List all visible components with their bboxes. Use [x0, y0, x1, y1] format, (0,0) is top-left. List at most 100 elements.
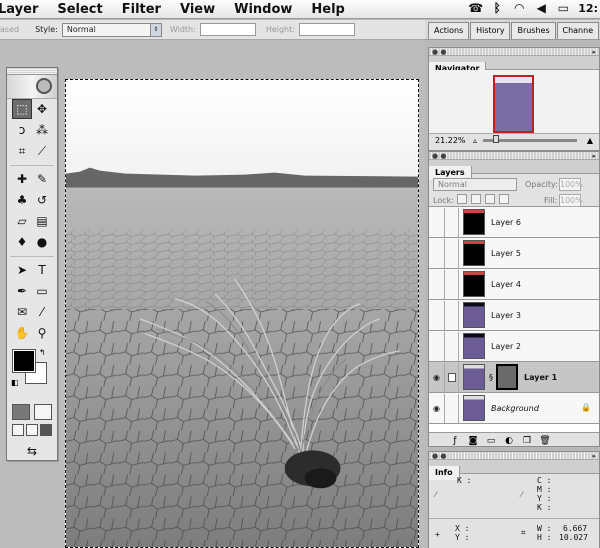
- standard-mode-button[interactable]: [12, 404, 30, 420]
- style-select[interactable]: Normal ⇕: [61, 22, 162, 37]
- brush-tool[interactable]: ✎: [32, 169, 52, 189]
- palette-menu-icon[interactable]: ▸: [592, 152, 596, 160]
- jump-to-imageready-button[interactable]: ⇆: [12, 441, 52, 461]
- menu-select[interactable]: Select: [57, 2, 102, 17]
- layer-mask-thumbnail[interactable]: [496, 364, 518, 390]
- zoom-out-icon[interactable]: ▵: [473, 136, 477, 145]
- move-tool[interactable]: ✥: [32, 99, 52, 119]
- wifi-icon[interactable]: ◠: [512, 1, 526, 15]
- toolbox-titlebar[interactable]: [7, 68, 57, 75]
- clone-stamp-tool[interactable]: ♣: [12, 190, 32, 210]
- navigator-preview[interactable]: [429, 70, 599, 134]
- link-brush-cell[interactable]: [445, 300, 459, 330]
- visibility-eye-icon[interactable]: [429, 300, 445, 330]
- new-set-icon[interactable]: ▭: [485, 435, 497, 447]
- marquee-tool[interactable]: ⬚: [12, 99, 32, 119]
- visibility-eye-icon[interactable]: ◉: [429, 393, 445, 423]
- trash-icon[interactable]: 🗑: [539, 435, 551, 447]
- toolbox-logo[interactable]: [7, 75, 57, 99]
- visibility-eye-icon[interactable]: [429, 269, 445, 299]
- zoom-tool[interactable]: ⚲: [32, 323, 52, 343]
- visibility-eye-icon[interactable]: [429, 238, 445, 268]
- foreground-color-swatch[interactable]: [12, 349, 36, 373]
- clock[interactable]: 12:: [578, 2, 598, 15]
- well-tab-actions[interactable]: Actions: [428, 22, 470, 39]
- link-brush-cell[interactable]: [445, 207, 459, 237]
- close-box-icon[interactable]: ● ●: [432, 48, 446, 56]
- blend-mode-select[interactable]: Normal: [433, 178, 517, 191]
- layers-titlebar[interactable]: ● ● ▸: [429, 152, 599, 160]
- standard-screen-button[interactable]: [12, 424, 24, 436]
- well-tab-brushes[interactable]: Brushes: [511, 22, 556, 39]
- link-brush-cell[interactable]: [445, 362, 459, 392]
- layer-row[interactable]: Layer 6: [429, 207, 599, 238]
- layer-row[interactable]: Layer 5: [429, 238, 599, 269]
- eraser-tool[interactable]: ▱: [12, 211, 32, 231]
- history-brush-tool[interactable]: ↺: [32, 190, 52, 210]
- hand-tool[interactable]: ✋: [12, 323, 32, 343]
- fill-field[interactable]: 100%: [559, 194, 583, 207]
- layer-row[interactable]: Layer 3: [429, 300, 599, 331]
- eyedropper-tool[interactable]: ⁄: [32, 302, 52, 322]
- slice-tool[interactable]: ⟋: [32, 141, 52, 161]
- battery-icon[interactable]: ▭: [556, 1, 570, 15]
- lock-pixels-checkbox[interactable]: [471, 194, 481, 204]
- layer-row[interactable]: ◉ § Layer 1: [429, 362, 599, 393]
- visibility-eye-icon[interactable]: [429, 207, 445, 237]
- full-screen-button[interactable]: [40, 424, 52, 436]
- well-tab-channels[interactable]: Channe: [556, 22, 599, 39]
- link-brush-cell[interactable]: [445, 331, 459, 361]
- new-layer-icon[interactable]: ❐: [521, 435, 533, 447]
- menu-help[interactable]: Help: [311, 2, 344, 17]
- magic-wand-tool[interactable]: ⁂: [32, 120, 52, 140]
- palette-menu-icon[interactable]: ▸: [592, 48, 596, 56]
- link-brush-cell[interactable]: [445, 269, 459, 299]
- opacity-field[interactable]: 100%: [559, 178, 583, 191]
- navigator-view-box[interactable]: [493, 75, 534, 133]
- visibility-eye-icon[interactable]: ◉: [429, 362, 445, 392]
- menu-filter[interactable]: Filter: [122, 2, 161, 17]
- lock-transparency-checkbox[interactable]: [457, 194, 467, 204]
- chain-link-icon[interactable]: §: [487, 373, 495, 382]
- visibility-eye-icon[interactable]: [429, 331, 445, 361]
- layer-style-icon[interactable]: ƒ: [449, 435, 461, 447]
- dodge-tool[interactable]: ●: [32, 232, 52, 252]
- layer-row[interactable]: Layer 2: [429, 331, 599, 362]
- document-canvas[interactable]: [65, 79, 419, 548]
- link-brush-cell[interactable]: [445, 393, 459, 423]
- menu-layer[interactable]: Layer: [0, 2, 38, 17]
- layer-row[interactable]: ◉ Background 🔒: [429, 393, 599, 424]
- navigator-zoom-value[interactable]: 21.22%: [435, 136, 467, 145]
- type-tool[interactable]: T: [32, 260, 52, 280]
- menu-view[interactable]: View: [180, 2, 215, 17]
- palette-menu-icon[interactable]: ▸: [592, 452, 596, 460]
- zoom-slider[interactable]: [483, 135, 577, 143]
- height-field[interactable]: [298, 23, 355, 36]
- layer-mask-icon[interactable]: ◙: [467, 435, 479, 447]
- rectangle-tool[interactable]: ▭: [32, 281, 52, 301]
- navigator-titlebar[interactable]: ● ● ▸: [429, 48, 599, 56]
- lock-all-checkbox[interactable]: [499, 194, 509, 204]
- phone-icon[interactable]: ☎: [468, 1, 483, 15]
- volume-icon[interactable]: ◀: [534, 1, 548, 15]
- lock-position-checkbox[interactable]: [485, 194, 495, 204]
- width-field[interactable]: [199, 23, 256, 36]
- zoom-slider-knob[interactable]: [493, 135, 500, 143]
- notes-tool[interactable]: ✉: [12, 302, 32, 322]
- gradient-tool[interactable]: ▤: [32, 211, 52, 231]
- path-selection-tool[interactable]: ➤: [12, 260, 32, 280]
- full-screen-menu-button[interactable]: [26, 424, 38, 436]
- quick-mask-button[interactable]: [34, 404, 52, 420]
- blur-tool[interactable]: ♦: [12, 232, 32, 252]
- default-colors-icon[interactable]: ◧: [11, 378, 19, 387]
- healing-brush-tool[interactable]: ✚: [12, 169, 32, 189]
- link-brush-cell[interactable]: [445, 238, 459, 268]
- well-tab-history[interactable]: History: [470, 22, 511, 39]
- menu-window[interactable]: Window: [234, 2, 292, 17]
- pen-tool[interactable]: ✒: [12, 281, 32, 301]
- bluetooth-icon[interactable]: ᛒ: [490, 1, 504, 15]
- crop-tool[interactable]: ⌗: [12, 141, 32, 161]
- close-box-icon[interactable]: ● ●: [432, 452, 446, 460]
- adjustment-layer-icon[interactable]: ◐: [503, 435, 515, 447]
- swap-colors-icon[interactable]: ↰: [39, 348, 46, 357]
